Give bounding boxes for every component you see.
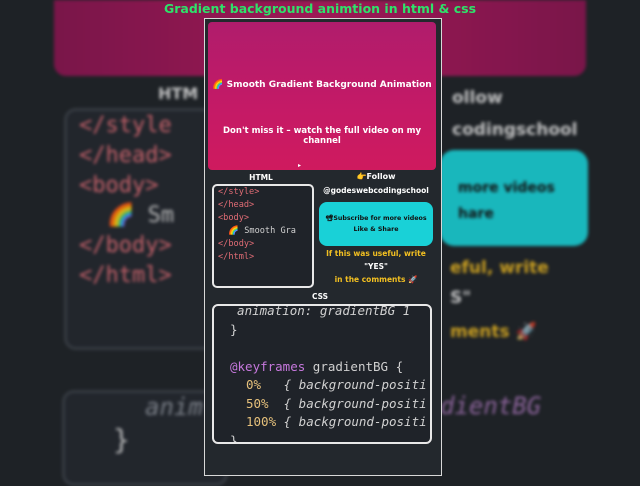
code-line: 50% { background-positi bbox=[246, 395, 430, 414]
code-line: 🌈 Smooth Gra bbox=[218, 226, 296, 236]
yes-text: "YES" bbox=[364, 262, 388, 271]
frame-percent: 100% bbox=[246, 414, 277, 429]
comments-line: in the comments 🚀 bbox=[334, 275, 418, 284]
cursor-icon: ▸ bbox=[298, 162, 302, 169]
frame-percent: 50% bbox=[246, 395, 269, 411]
frame-rule: { background-positi bbox=[261, 377, 427, 392]
html-code-box: </style> </head> <body> 🌈 Smooth Gra </b… bbox=[212, 184, 314, 288]
code-line: } bbox=[230, 432, 238, 444]
code-line: animation: gradientBG 1 bbox=[222, 304, 411, 318]
backdrop-useful: eful, write bbox=[450, 258, 549, 278]
like-share-text: Like & Share bbox=[353, 226, 399, 233]
code-line: </style> bbox=[218, 187, 260, 197]
backdrop-comments: ments 🚀 bbox=[450, 322, 537, 342]
html-label: HTML bbox=[249, 173, 273, 182]
frame-rule: { background-positi bbox=[268, 395, 427, 411]
frame-rule: { background-positi bbox=[276, 414, 427, 429]
backdrop-html-label: HTM bbox=[158, 84, 199, 103]
follow-label: 👉Follow bbox=[356, 172, 396, 181]
css-label: CSS bbox=[311, 292, 329, 301]
code-line: 0% { background-positi bbox=[246, 376, 430, 395]
frame-percent: 0% bbox=[246, 377, 262, 392]
gradient-preview: 🌈 Smooth Gradient Background Animation D… bbox=[208, 22, 436, 170]
backdrop-follow: ollow bbox=[452, 88, 503, 108]
keyframes-keyword: @keyframes bbox=[230, 358, 306, 374]
backdrop-yes: S" bbox=[450, 288, 472, 308]
useful-note: If this was useful, write "YES" in the c… bbox=[318, 247, 434, 286]
useful-line: If this was useful, write bbox=[326, 249, 426, 258]
subscribe-card[interactable]: 📽Subscribe for more videos Like & Share bbox=[319, 202, 433, 246]
preview-title: 🌈 Smooth Gradient Background Animation bbox=[212, 80, 432, 90]
code-line: } bbox=[230, 321, 238, 337]
channel-handle[interactable]: @godeswebcodingschool bbox=[318, 186, 434, 195]
code-line: </html> bbox=[218, 252, 255, 262]
backdrop-share: hare bbox=[458, 206, 494, 222]
backdrop-more-videos: more videos bbox=[458, 180, 555, 196]
css-code-box: animation: gradientBG 1 } @keyframes gra… bbox=[212, 304, 432, 444]
preview-subtitle: Don't miss it – watch the full video on … bbox=[223, 126, 421, 146]
code-line: @keyframes gradientBG { bbox=[230, 358, 430, 377]
subscribe-text: 📽Subscribe for more videos bbox=[325, 215, 427, 222]
keyframes-name: gradientBG { bbox=[305, 358, 404, 374]
code-line: 100% { background-positi bbox=[246, 413, 430, 432]
backdrop-handle: codingschool bbox=[452, 120, 578, 140]
code-line: </body> bbox=[218, 239, 255, 249]
code-line: </head> bbox=[218, 200, 255, 210]
backdrop-cyan-box: more videos hare bbox=[440, 150, 588, 246]
page-title: Gradient background animtion in html & c… bbox=[163, 1, 477, 16]
code-line: <body> bbox=[218, 213, 250, 223]
backdrop-gradient-text: dientBG bbox=[440, 392, 542, 420]
